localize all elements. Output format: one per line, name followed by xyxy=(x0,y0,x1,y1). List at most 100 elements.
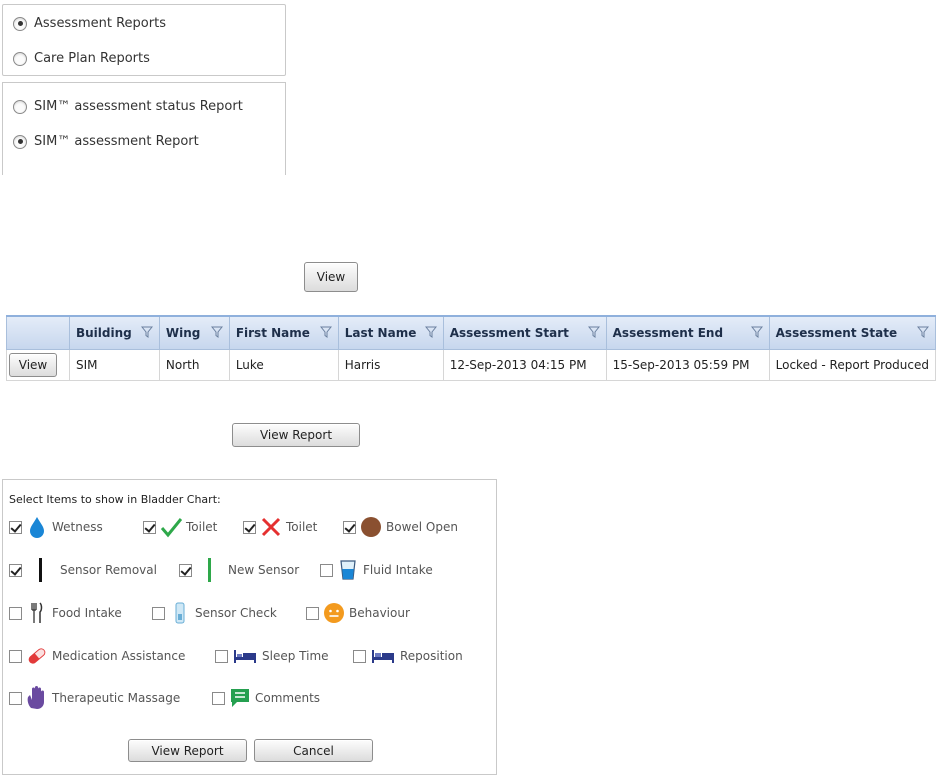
red-cross-icon xyxy=(260,516,282,538)
item-label: Bowel Open xyxy=(386,520,458,534)
checkbox[interactable] xyxy=(320,563,333,577)
item-label: Food Intake xyxy=(52,606,122,620)
item-label: Therapeutic Massage xyxy=(52,691,181,705)
black-bar-icon xyxy=(26,558,56,582)
checkbox[interactable] xyxy=(343,520,356,534)
checkbox[interactable] xyxy=(9,606,22,620)
radio-label: Care Plan Reports xyxy=(34,51,150,66)
green-bar-icon xyxy=(196,558,224,582)
checkbox[interactable] xyxy=(152,606,165,620)
filter-icon[interactable] xyxy=(587,326,600,338)
table-row[interactable]: View SIM North Luke Harris 12-Sep-2013 0… xyxy=(6,349,937,381)
col-last-name[interactable]: Last Name xyxy=(337,315,444,350)
pill-icon xyxy=(26,645,48,667)
hand-icon xyxy=(26,686,48,709)
radio-sim-status-report[interactable]: SIM™ assessment status Report xyxy=(13,99,243,114)
item-label: New Sensor xyxy=(228,563,300,577)
item-label: Toilet xyxy=(286,520,318,534)
cancel-button[interactable]: Cancel xyxy=(254,739,373,762)
item-medication-assistance[interactable]: Medication Assistance xyxy=(9,645,185,667)
col-label: Assessment State xyxy=(775,326,898,340)
item-sensor-removal[interactable]: Sensor Removal xyxy=(9,558,157,582)
col-assessment-end[interactable]: Assessment End xyxy=(605,315,770,350)
item-label: Reposition xyxy=(400,649,463,663)
item-fluid-intake[interactable]: Fluid Intake xyxy=(320,559,433,581)
cup-icon xyxy=(337,559,359,581)
item-therapeutic-massage[interactable]: Therapeutic Massage xyxy=(9,686,181,709)
checkbox[interactable] xyxy=(143,520,156,534)
radio-button[interactable] xyxy=(13,51,27,66)
report-type-group: Assessment Reports Care Plan Reports xyxy=(2,4,286,76)
smiley-icon xyxy=(323,602,345,624)
cell-first-name: Luke xyxy=(228,349,339,381)
filter-icon[interactable] xyxy=(917,326,929,338)
item-label: Medication Assistance xyxy=(52,649,186,663)
checkbox[interactable] xyxy=(9,691,22,705)
checkbox[interactable] xyxy=(212,691,225,705)
checkbox[interactable] xyxy=(9,520,22,534)
item-comments[interactable]: Comments xyxy=(212,687,320,709)
col-first-name[interactable]: First Name xyxy=(228,315,339,350)
item-sensor-check[interactable]: Sensor Check xyxy=(152,602,277,624)
item-reposition[interactable]: Reposition xyxy=(353,645,463,667)
radio-label: Assessment Reports xyxy=(34,16,166,31)
grid-header-action xyxy=(6,315,70,350)
filter-icon[interactable] xyxy=(210,326,223,338)
bladder-chart-panel: Select Items to show in Bladder Chart: W… xyxy=(2,479,497,775)
item-sleep-time[interactable]: Sleep Time xyxy=(215,645,329,667)
checkbox[interactable] xyxy=(306,606,319,620)
radio-care-plan-reports[interactable]: Care Plan Reports xyxy=(13,51,150,66)
filter-icon[interactable] xyxy=(750,326,763,338)
item-bowel-open[interactable]: Bowel Open xyxy=(343,516,458,538)
radio-label: SIM™ assessment status Report xyxy=(34,99,243,114)
cell-assessment-start: 12-Sep-2013 04:15 PM xyxy=(442,349,607,381)
col-label: Building xyxy=(75,326,132,340)
radio-button[interactable] xyxy=(13,99,27,114)
col-assessment-start[interactable]: Assessment Start xyxy=(442,315,607,350)
col-label: Assessment Start xyxy=(449,326,569,340)
col-assessment-state[interactable]: Assessment State xyxy=(768,315,937,350)
col-label: Wing xyxy=(165,326,201,340)
cutlery-icon xyxy=(26,602,48,624)
view-report-button[interactable]: View Report xyxy=(232,423,360,447)
bed-reposition-icon xyxy=(370,645,396,667)
cell-wing: North xyxy=(158,349,230,381)
water-drop-icon xyxy=(26,516,48,538)
panel-title: Select Items to show in Bladder Chart: xyxy=(9,493,221,506)
filter-icon[interactable] xyxy=(140,326,153,338)
checkbox[interactable] xyxy=(179,563,192,577)
comment-icon xyxy=(229,687,251,709)
item-toilet-fail[interactable]: Toilet xyxy=(243,516,317,538)
col-label: Assessment End xyxy=(612,326,724,340)
checkbox[interactable] xyxy=(215,649,228,663)
item-toilet-success[interactable]: Toilet xyxy=(143,516,217,538)
item-food-intake[interactable]: Food Intake xyxy=(9,602,122,624)
item-label: Comments xyxy=(255,691,321,705)
sim-report-group: SIM™ assessment status Report SIM™ asses… xyxy=(2,82,286,175)
panel-view-report-button[interactable]: View Report xyxy=(128,739,247,762)
cell-building: SIM xyxy=(68,349,160,381)
radio-button[interactable] xyxy=(13,134,27,149)
view-button[interactable]: View xyxy=(304,262,358,292)
item-wetness[interactable]: Wetness xyxy=(9,516,103,538)
item-label: Fluid Intake xyxy=(363,563,433,577)
cell-assessment-state: Locked - Report Produced xyxy=(768,349,937,381)
checkbox[interactable] xyxy=(243,520,256,534)
col-label: First Name xyxy=(235,326,310,340)
item-behaviour[interactable]: Behaviour xyxy=(306,602,410,624)
checkbox[interactable] xyxy=(353,649,366,663)
radio-assessment-reports[interactable]: Assessment Reports xyxy=(13,16,166,31)
item-new-sensor[interactable]: New Sensor xyxy=(179,558,300,582)
radio-button[interactable] xyxy=(13,16,27,31)
row-view-button[interactable]: View xyxy=(9,353,57,377)
col-wing[interactable]: Wing xyxy=(158,315,230,350)
assessment-grid: Building Wing First Name Last Name Asses… xyxy=(6,315,937,381)
col-building[interactable]: Building xyxy=(68,315,160,350)
col-label: Last Name xyxy=(344,326,417,340)
filter-icon[interactable] xyxy=(319,326,332,338)
green-check-icon xyxy=(160,516,182,538)
checkbox[interactable] xyxy=(9,563,22,577)
radio-sim-assessment-report[interactable]: SIM™ assessment Report xyxy=(13,134,199,149)
checkbox[interactable] xyxy=(9,649,22,663)
filter-icon[interactable] xyxy=(424,326,437,338)
